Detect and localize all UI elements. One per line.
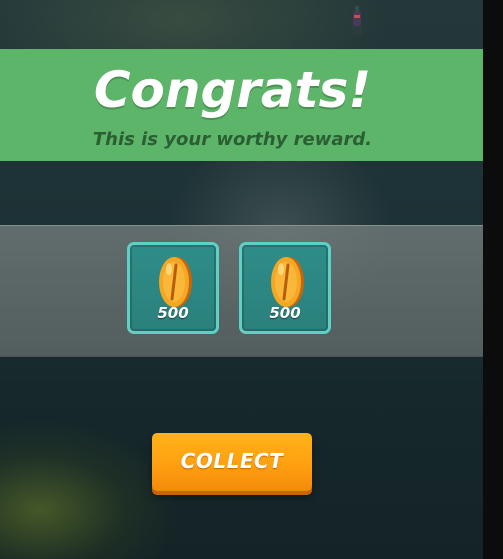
reward-screen: Congrats! This is your worthy reward. 50… xyxy=(0,0,503,559)
reward-item: 500 xyxy=(239,242,331,334)
reward-item: 500 xyxy=(127,242,219,334)
congrats-banner: Congrats! This is your worthy reward. xyxy=(0,49,483,161)
gold-coin-icon xyxy=(271,257,304,307)
gold-coin-icon xyxy=(159,257,192,307)
edge-divider xyxy=(483,0,503,559)
lantern-icon xyxy=(352,6,362,36)
collect-button-label: COLLECT xyxy=(180,449,284,473)
reward-amount: 500 xyxy=(157,304,189,322)
page-subtitle: This is your worthy reward. xyxy=(92,129,373,150)
page-title: Congrats! xyxy=(93,61,372,119)
reward-panel: 500 500 xyxy=(0,225,483,357)
reward-amount: 500 xyxy=(269,304,301,322)
collect-button[interactable]: COLLECT xyxy=(152,433,312,491)
